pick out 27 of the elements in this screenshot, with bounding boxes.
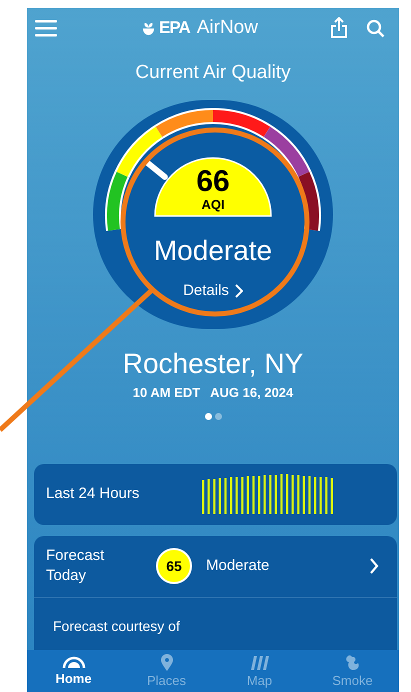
dome-icon [62, 654, 86, 670]
date-text: AUG 16, 2024 [210, 384, 294, 401]
forecast-label: Forecast Today [46, 546, 106, 586]
section-heading: Current Air Quality [135, 61, 291, 85]
share-icon[interactable] [330, 17, 348, 39]
chevron-right-icon [234, 284, 243, 298]
forecast-category: Moderate [206, 556, 270, 576]
card-label: Last 24 Hours [46, 484, 140, 504]
location-name: Rochester, NY [122, 346, 304, 381]
category-label: Moderate [152, 234, 274, 268]
history-card[interactable]: Last 24 Hours [34, 464, 397, 525]
app-title: AirNow [196, 16, 258, 40]
menu-icon[interactable] [35, 19, 57, 37]
map-icon [248, 654, 270, 672]
time-text: 10 AM EDT [132, 384, 200, 401]
aqi-unit: AQI [200, 198, 226, 212]
forecast-aqi-badge: 65 [156, 548, 192, 584]
aqi-value: 66 [195, 166, 231, 198]
flower-logo-icon [141, 20, 156, 36]
location-pin-icon [160, 654, 174, 672]
logo-text: EPA [159, 17, 190, 40]
forecast-row[interactable]: Forecast Today 65 Moderate [34, 536, 397, 598]
nav-tab[interactable]: Home [27, 650, 120, 692]
chevron-right-icon [369, 557, 379, 576]
forecast-courtesy-text: Forecast courtesy of [53, 616, 180, 636]
details-link[interactable]: Details [173, 280, 253, 302]
search-icon[interactable] [366, 18, 385, 38]
